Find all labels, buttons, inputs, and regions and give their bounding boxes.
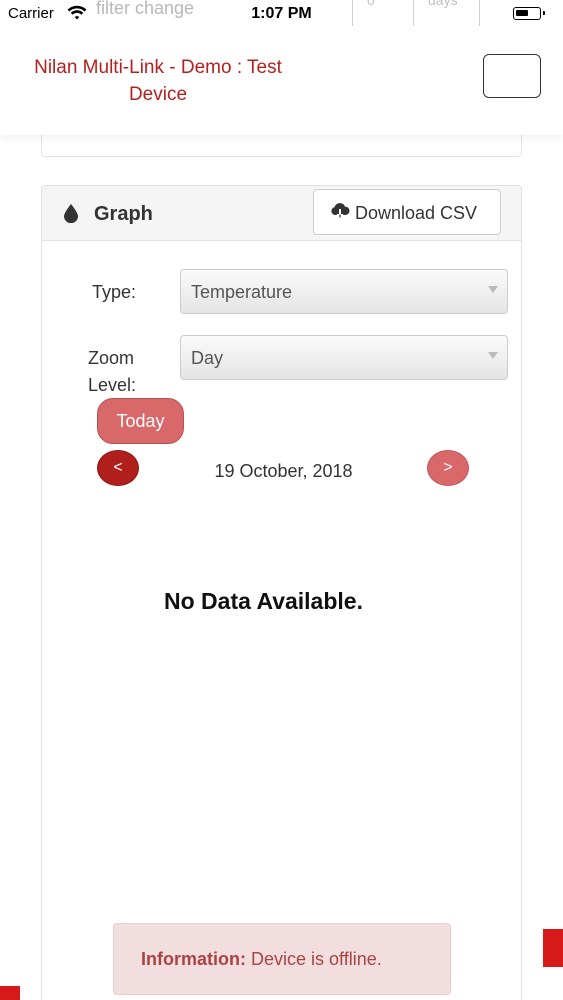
chevron-down-icon	[488, 286, 498, 293]
alert-heading: Information:	[141, 949, 246, 969]
graph-panel-heading: Graph Download CSV	[42, 186, 521, 241]
edge-red-mark	[543, 929, 563, 967]
menu-button[interactable]	[483, 54, 541, 98]
app-header: Nilan Multi-Link - Demo : Test Device	[0, 30, 563, 135]
alert-message: Device is offline.	[251, 949, 382, 969]
cloud-download-icon	[330, 203, 350, 226]
next-date-button[interactable]: >	[427, 450, 469, 486]
download-csv-button[interactable]: Download CSV	[313, 189, 501, 235]
screen: Carrier filter change 0 days 1:07 PM Nil…	[0, 0, 563, 1000]
battery-icon	[513, 7, 545, 20]
status-time: 1:07 PM	[251, 5, 312, 22]
zoom-select-value: Day	[191, 348, 224, 368]
zoom-level-label: Zoom Level:	[88, 348, 137, 395]
drop-icon	[64, 204, 78, 228]
chevron-down-icon	[488, 352, 498, 359]
offline-alert: Information: Device is offline.	[113, 923, 451, 995]
zoom-level-select[interactable]: Day	[180, 335, 508, 380]
type-select-value: Temperature	[191, 282, 293, 302]
no-data-message: No Data Available.	[164, 588, 363, 614]
today-button[interactable]: Today	[97, 398, 184, 444]
type-select[interactable]: Temperature	[180, 269, 508, 314]
graph-title: Graph	[94, 203, 153, 225]
page-title: Nilan Multi-Link - Demo : Test Device	[34, 57, 282, 105]
type-label: Type:	[92, 282, 137, 302]
status-bar: Carrier filter change 0 days 1:07 PM	[0, 0, 563, 30]
download-csv-label: Download CSV	[355, 203, 478, 223]
edge-red-mark	[0, 986, 20, 1000]
